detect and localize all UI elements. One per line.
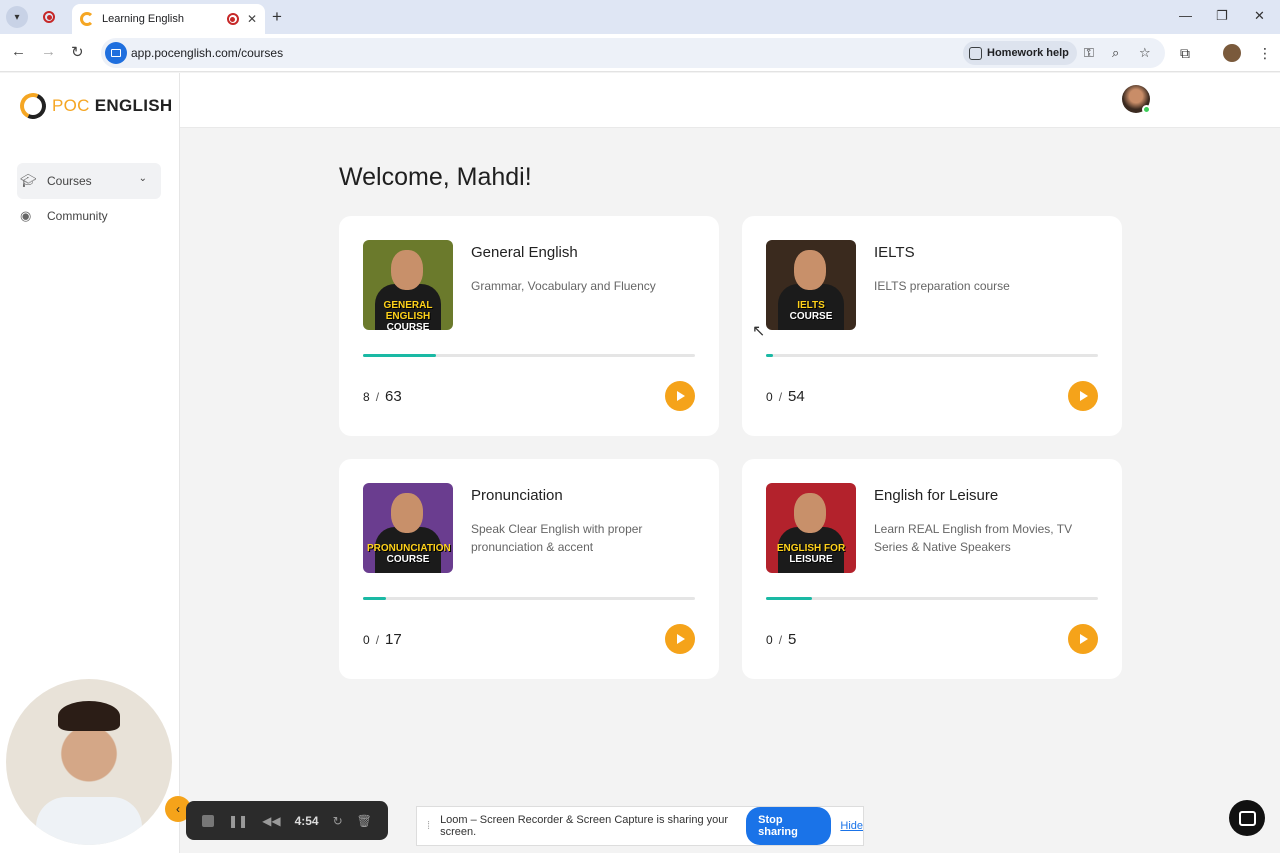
pause-icon[interactable]: ❚❚	[228, 814, 248, 828]
top-header	[180, 73, 1280, 128]
course-card[interactable]: IELTS COURSE IELTS IELTS preparation cou…	[742, 216, 1122, 436]
course-title[interactable]: Pronunciation	[471, 487, 563, 504]
hide-link[interactable]: Hide	[840, 820, 863, 832]
progress-bar	[766, 597, 1098, 600]
course-card[interactable]: ENGLISH FOR LEISURE English for Leisure …	[742, 459, 1122, 679]
tab-recording-icon	[226, 13, 239, 25]
course-thumbnail[interactable]: ENGLISH FOR LEISURE	[766, 483, 856, 573]
tab-close-icon[interactable]: ✕	[247, 12, 257, 26]
recording-tab[interactable]	[38, 6, 60, 28]
stop-recording-icon[interactable]	[202, 814, 214, 827]
chevron-down-icon[interactable]: ⌄	[139, 173, 147, 184]
course-description: Learn REAL English from Movies, TV Serie…	[874, 522, 1073, 554]
sidebar-item-label: Community	[47, 209, 108, 223]
course-thumbnail[interactable]: PRONUNCIATION COURSE	[363, 483, 453, 573]
progress-fill	[363, 354, 437, 357]
share-message: Loom – Screen Recorder & Screen Capture …	[440, 814, 729, 838]
graduation-cap-icon: 🎓︎	[20, 173, 37, 188]
logo-text: POC ENGLISH	[52, 96, 173, 115]
course-thumbnail[interactable]: IELTS COURSE	[766, 240, 856, 330]
progress-bar	[363, 597, 695, 600]
restore-icon[interactable]: ❐	[1216, 8, 1228, 24]
discord-icon: ◉	[20, 208, 32, 223]
favicon-icon	[80, 12, 94, 26]
poc-english-logo[interactable]: POC ENGLISH	[16, 89, 173, 123]
forward-icon[interactable]: →	[41, 43, 56, 60]
lesson-count: 0/54	[766, 388, 805, 405]
progress-bar	[766, 354, 1098, 357]
mouse-cursor-icon: ↖	[752, 323, 766, 340]
progress-fill	[766, 354, 773, 357]
play-button[interactable]	[665, 624, 695, 654]
browser-tab-strip: ▾ Learning English ✕ + — ❐ ✕	[0, 0, 1280, 34]
progress-bar	[363, 354, 695, 357]
chat-icon[interactable]	[1229, 800, 1265, 836]
close-window-icon[interactable]: ✕	[1254, 8, 1265, 24]
rewind-icon[interactable]: ◀◀	[262, 814, 280, 828]
course-description: IELTS preparation course	[874, 279, 1010, 293]
sidebar-item-courses[interactable]: 🎓︎ Courses ⌄	[17, 163, 161, 199]
course-description: Grammar, Vocabulary and Fluency	[471, 279, 656, 293]
play-button[interactable]	[1068, 624, 1098, 654]
screen-share-bar: ⁞ Loom – Screen Recorder & Screen Captur…	[416, 806, 864, 846]
logo-mark-icon	[16, 89, 50, 123]
url-text[interactable]: app.pocenglish.com/courses	[131, 46, 283, 60]
homework-help-button[interactable]: Homework help	[963, 41, 1077, 65]
extensions-icon[interactable]: ⧉	[1180, 45, 1190, 62]
password-key-icon[interactable]: ⚿	[1084, 45, 1094, 61]
webcam-person	[58, 701, 120, 731]
drag-handle-icon[interactable]: ⁞	[427, 820, 430, 832]
restart-icon[interactable]: ↻	[333, 814, 343, 828]
stop-sharing-button[interactable]: Stop sharing	[746, 807, 832, 845]
zoom-icon[interactable]: ⌕	[1112, 45, 1119, 61]
course-title[interactable]: General English	[471, 244, 578, 261]
recording-timer: 4:54	[294, 813, 319, 828]
progress-fill	[766, 597, 813, 600]
address-bar[interactable]: app.pocenglish.com/courses Homework help…	[101, 38, 1165, 68]
tab-title: Learning English	[102, 13, 184, 25]
lesson-count: 0/5	[766, 631, 797, 648]
tab-search-icon[interactable]: ▾	[6, 6, 28, 28]
active-tab[interactable]: Learning English ✕	[72, 4, 265, 34]
thumbnail-caption: IELTS COURSE	[789, 300, 833, 322]
page-title: Welcome, Mahdi!	[339, 163, 532, 191]
loom-recording-controls: ❚❚ ◀◀ 4:54 ↻ 🗑︎	[186, 801, 388, 840]
lesson-count: 0/17	[363, 631, 402, 648]
course-title[interactable]: English for Leisure	[874, 487, 998, 504]
record-icon	[43, 11, 55, 23]
thumbnail-caption: PRONUNCIATION COURSE	[367, 543, 451, 565]
sidebar-item-community[interactable]: ◉ Community	[17, 198, 161, 234]
browser-profile-avatar[interactable]	[1223, 44, 1241, 62]
new-tab-button[interactable]: +	[272, 7, 282, 27]
reload-icon[interactable]: ↻	[71, 43, 84, 61]
course-thumbnail[interactable]: GENERAL ENGLISH COURSE	[363, 240, 453, 330]
back-icon[interactable]: ←	[11, 43, 26, 60]
course-card[interactable]: GENERAL ENGLISH COURSE General English G…	[339, 216, 719, 436]
browser-menu-icon[interactable]: ⋮	[1258, 45, 1272, 62]
webcam-bubble[interactable]	[6, 679, 172, 845]
thumbnail-caption: ENGLISH FOR LEISURE	[776, 543, 846, 565]
progress-fill	[363, 597, 387, 600]
lesson-count: 8/63	[363, 388, 402, 405]
thumbnail-caption: GENERAL ENGLISH COURSE	[383, 300, 433, 330]
play-button[interactable]	[1068, 381, 1098, 411]
course-card[interactable]: PRONUNCIATION COURSE Pronunciation Speak…	[339, 459, 719, 679]
course-title[interactable]: IELTS	[874, 244, 915, 261]
delete-icon[interactable]: 🗑︎	[357, 814, 372, 828]
sidebar-item-label: Courses	[47, 174, 92, 188]
bookmark-star-icon[interactable]: ☆	[1139, 45, 1151, 61]
minimize-icon[interactable]: —	[1179, 8, 1192, 23]
course-description: Speak Clear English with proper pronunci…	[471, 522, 643, 554]
browser-toolbar: ← → ↻ app.pocenglish.com/courses Homewor…	[0, 34, 1280, 72]
online-status-icon	[1142, 105, 1151, 114]
site-info-icon[interactable]	[105, 42, 127, 64]
homework-help-label: Homework help	[987, 47, 1069, 59]
play-button[interactable]	[665, 381, 695, 411]
lens-icon	[969, 46, 982, 60]
